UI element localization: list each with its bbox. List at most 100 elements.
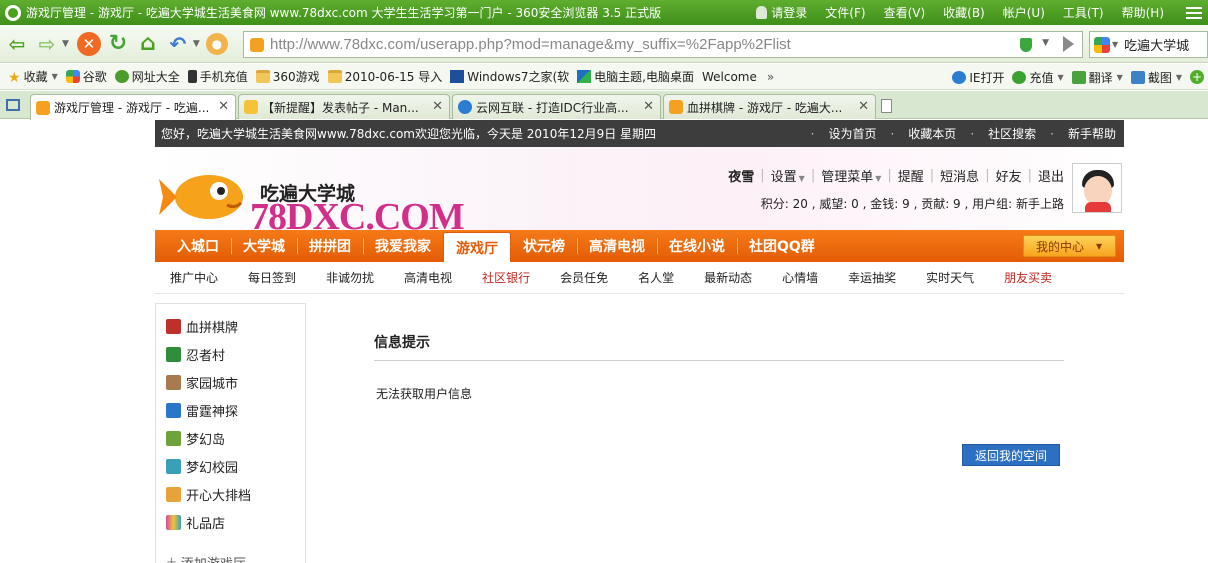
- subnav-member-appointment[interactable]: 会员任免: [560, 269, 608, 286]
- undo-close-tab-icon[interactable]: ↶: [165, 31, 191, 57]
- nav-game-hall[interactable]: 游戏厅: [443, 232, 511, 262]
- avatar[interactable]: [1072, 163, 1122, 213]
- bookmark-google[interactable]: 谷歌: [65, 68, 107, 85]
- sidebar-item-dream-island[interactable]: 梦幻岛: [156, 424, 305, 452]
- bookmark-theme[interactable]: 电脑主题,电脑桌面: [577, 68, 694, 85]
- search-input[interactable]: 吃遍大学城: [1124, 35, 1189, 54]
- undo-dropdown-icon[interactable]: ▼: [193, 39, 200, 49]
- sidebar-item-home-city[interactable]: 家园城市: [156, 368, 305, 396]
- link-community-search[interactable]: 社区搜索: [970, 125, 1036, 142]
- menu-account[interactable]: 帐户(U): [1003, 4, 1045, 21]
- nav-my-home[interactable]: 我爱我家: [363, 230, 443, 262]
- tab-new-post[interactable]: 【新提醒】发表帖子 - Man... ✕: [238, 94, 450, 119]
- refresh-icon[interactable]: ↻: [105, 31, 131, 57]
- sidebar-item-dream-campus[interactable]: 梦幻校园: [156, 452, 305, 480]
- tab-chess-game[interactable]: 血拼棋牌 - 游戏厅 - 吃遍大... ✕: [663, 94, 876, 119]
- bookmark-win7[interactable]: Windows7之家(软: [450, 68, 569, 85]
- my-center-dropdown[interactable]: 我的中心 ▼: [1023, 235, 1116, 257]
- menu-view[interactable]: 查看(V): [884, 4, 926, 21]
- hamburger-menu-icon[interactable]: [1186, 6, 1202, 19]
- subnav-hd-tv[interactable]: 高清电视: [404, 269, 452, 286]
- subnav-mood-wall[interactable]: 心情墙: [782, 269, 818, 286]
- window-title: 游戏厅管理 - 游戏厅 - 吃遍大学城生活美食网 www.78dxc.com 大…: [26, 6, 662, 20]
- site-logo[interactable]: 吃遍大学城 78DXC.COM: [155, 161, 465, 238]
- link-newbie-help[interactable]: 新手帮助: [1050, 125, 1116, 142]
- new-tab-icon[interactable]: [881, 99, 892, 113]
- capture-button[interactable]: 截图 ▼: [1130, 69, 1182, 86]
- nav-rankings[interactable]: 状元榜: [511, 230, 577, 262]
- menu-settings[interactable]: 设置 ▼: [771, 166, 805, 185]
- add-game-link[interactable]: +添加游戏厅: [156, 548, 305, 563]
- search-engine-dropdown-icon[interactable]: ▼: [1112, 40, 1118, 49]
- sidebar-item-gift-shop[interactable]: 礼品店: [156, 508, 305, 536]
- nav-hd-tv[interactable]: 高清电视: [577, 230, 657, 262]
- nav-qq-groups[interactable]: 社团QQ群: [737, 230, 827, 262]
- subnav-dating[interactable]: 非诚勿扰: [326, 269, 374, 286]
- menu-logout[interactable]: 退出: [1038, 166, 1064, 185]
- bookmark-welcome[interactable]: Welcome: [0, 70, 757, 197]
- menu-messages[interactable]: 短消息: [940, 166, 979, 185]
- nav-entrance[interactable]: 入城口: [165, 230, 231, 262]
- security-shield-icon[interactable]: [1020, 38, 1032, 52]
- tab-cloud-idc[interactable]: 云网互联 - 打造IDC行业高... ✕: [452, 94, 661, 119]
- close-icon[interactable]: ✕: [432, 99, 443, 114]
- subnav-weather[interactable]: 实时天气: [926, 269, 974, 286]
- subnav-hall-of-fame[interactable]: 名人堂: [638, 269, 674, 286]
- menu-reminders[interactable]: 提醒: [898, 166, 924, 185]
- close-icon[interactable]: ✕: [218, 99, 229, 114]
- search-box[interactable]: ▼ 吃遍大学城: [1089, 31, 1208, 58]
- menu-admin[interactable]: 管理菜单 ▼: [821, 166, 881, 185]
- stop-icon[interactable]: ✕: [76, 31, 101, 56]
- menu-help[interactable]: 帮助(H): [1122, 4, 1164, 21]
- link-bookmark-page[interactable]: 收藏本页: [890, 125, 956, 142]
- forward-arrow-icon[interactable]: ⇨: [34, 31, 60, 57]
- username[interactable]: 夜雪: [728, 166, 754, 185]
- nav-university-town[interactable]: 大学城: [231, 230, 297, 262]
- site-favicon-icon: [250, 37, 264, 52]
- menu-favorites[interactable]: 收藏(B): [943, 4, 985, 21]
- back-arrow-icon[interactable]: ⇦: [4, 31, 30, 57]
- sidebar-item-food-stall[interactable]: 开心大排档: [156, 480, 305, 508]
- menu-file[interactable]: 文件(F): [825, 4, 865, 21]
- bookmark-nav[interactable]: 网址大全: [114, 68, 180, 85]
- bookmark-folder-360games[interactable]: 360游戏: [255, 68, 320, 85]
- subnav-community-bank[interactable]: 社区银行: [482, 269, 530, 286]
- go-arrow-icon[interactable]: [1063, 36, 1074, 52]
- paw-icon[interactable]: ●: [205, 32, 228, 55]
- nav-group-buy[interactable]: 拼拼团: [297, 230, 363, 262]
- translate-button[interactable]: 翻译 ▼: [1071, 69, 1123, 86]
- sidebar-item-detective[interactable]: 雷霆神探: [156, 396, 305, 424]
- bookmarks-more[interactable]: »: [767, 70, 774, 84]
- back-to-my-space-button[interactable]: 返回我的空间: [962, 444, 1060, 466]
- sidebar-item-chess[interactable]: 血拼棋牌: [156, 312, 305, 340]
- charge-button[interactable]: 充值 ▼: [1012, 69, 1064, 86]
- sidebar-item-ninja-village[interactable]: 忍者村: [156, 340, 305, 368]
- history-dropdown-icon[interactable]: ▼: [62, 39, 69, 49]
- subnav-daily-checkin[interactable]: 每日签到: [248, 269, 296, 286]
- link-set-homepage[interactable]: 设为首页: [811, 125, 876, 142]
- close-icon[interactable]: ✕: [858, 99, 869, 114]
- nav-online-novels[interactable]: 在线小说: [657, 230, 737, 262]
- bookmark-folder-import[interactable]: 2010-06-15 导入: [327, 68, 442, 85]
- address-input[interactable]: http://www.78dxc.com/userapp.php?mod=man…: [270, 36, 791, 53]
- bookmark-favorites[interactable]: ★ 收藏 ▼: [8, 68, 58, 86]
- google-icon[interactable]: [1094, 36, 1110, 53]
- menu-login[interactable]: 请登录: [756, 4, 807, 21]
- tab-game-hall-manage[interactable]: 游戏厅管理 - 游戏厅 - 吃遍... ✕: [30, 94, 236, 120]
- address-dropdown-icon[interactable]: ▼: [1042, 38, 1049, 48]
- subnav-lucky-draw[interactable]: 幸运抽奖: [848, 269, 896, 286]
- bookmark-phone[interactable]: 手机充值: [187, 68, 248, 85]
- subnav-friend-trade[interactable]: 朋友买卖: [1004, 269, 1052, 286]
- site-header: 吃遍大学城 78DXC.COM 夜雪 | 设置 ▼ | 管理菜单 ▼ | 提醒 | …: [155, 147, 1124, 238]
- subnav-promotion[interactable]: 推广中心: [170, 269, 218, 286]
- sidebar-toggle-icon[interactable]: [6, 99, 20, 111]
- menu-tools[interactable]: 工具(T): [1063, 4, 1104, 21]
- site-top-strip: 您好，吃遍大学城生活美食网www.78dxc.com欢迎您光临，今天是 2010…: [155, 120, 1124, 147]
- menu-friends[interactable]: 好友: [996, 166, 1022, 185]
- home-icon[interactable]: ⌂: [135, 31, 161, 57]
- add-icon[interactable]: +: [1190, 70, 1204, 84]
- ie-open-button[interactable]: IE打开: [952, 69, 1004, 86]
- subnav-latest-activity[interactable]: 最新动态: [704, 269, 752, 286]
- address-bar[interactable]: http://www.78dxc.com/userapp.php?mod=man…: [243, 31, 1083, 58]
- close-icon[interactable]: ✕: [643, 99, 654, 114]
